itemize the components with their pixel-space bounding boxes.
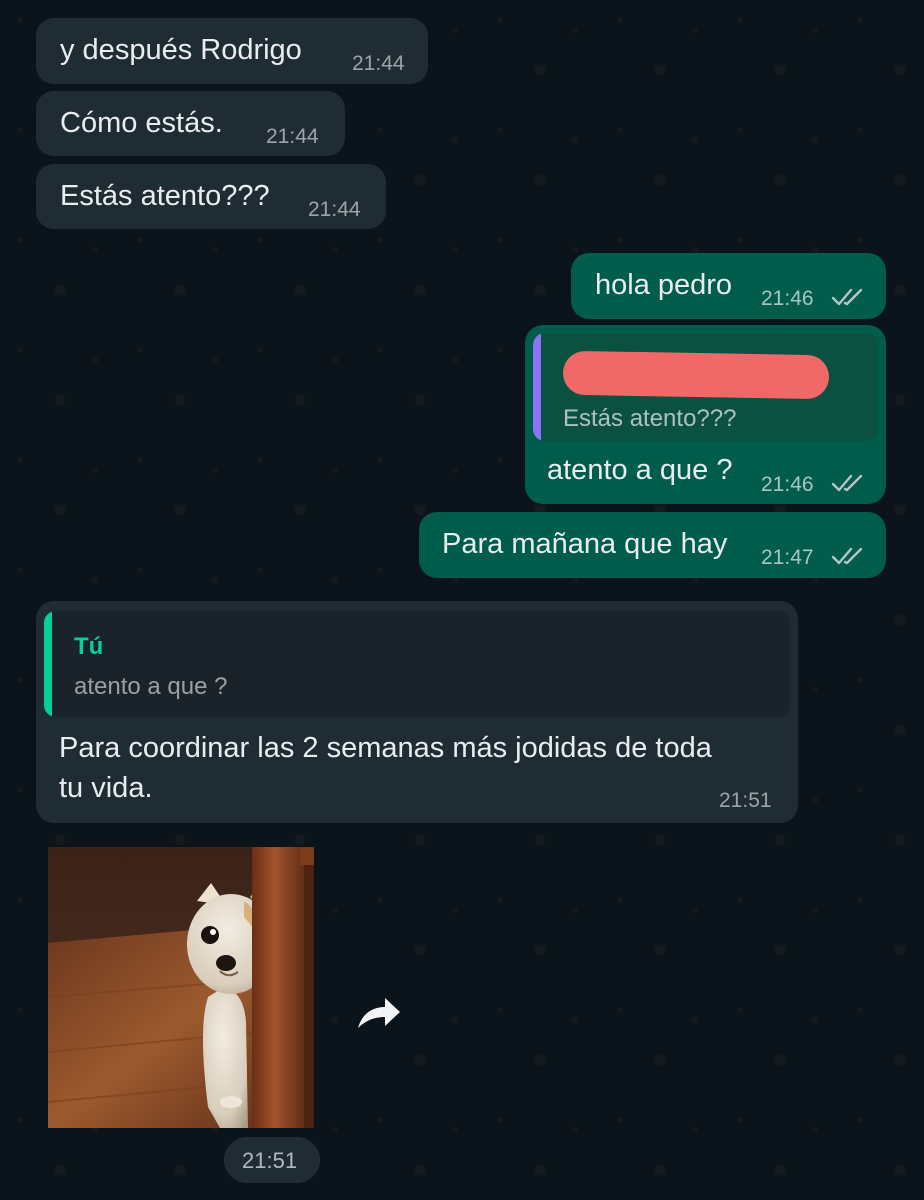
redaction-mark xyxy=(562,350,830,400)
message-text: Cómo estás. xyxy=(60,107,223,139)
incoming-reply-message[interactable]: Tú atento a que ? Para coordinar las 2 s… xyxy=(36,601,798,823)
quoted-message-text: Estás atento??? xyxy=(563,405,737,432)
double-check-icon xyxy=(831,547,863,565)
incoming-message[interactable]: Cómo estás. 21:44 xyxy=(36,91,345,156)
message-time: 21:51 xyxy=(242,1148,298,1173)
message-time: 21:46 xyxy=(761,473,814,496)
message-text: Para mañana que hay xyxy=(442,528,728,560)
incoming-message[interactable]: Estás atento??? 21:44 xyxy=(36,164,386,229)
quoted-author: Tú xyxy=(74,633,104,660)
message-text: Estás atento??? xyxy=(60,180,270,212)
quoted-message[interactable]: Estás atento??? xyxy=(533,333,878,441)
double-check-icon xyxy=(831,474,863,492)
message-time: 21:44 xyxy=(352,52,405,75)
dog-peeking-image xyxy=(48,847,314,1128)
double-check-icon xyxy=(831,288,863,306)
message-text-line: tu vida. xyxy=(59,772,153,804)
quote-accent-bar xyxy=(533,333,541,441)
quoted-message-text: atento a que ? xyxy=(74,673,228,700)
quote-accent-bar xyxy=(44,611,52,717)
outgoing-reply-message[interactable]: Estás atento??? atento a que ? 21:46 xyxy=(525,325,886,504)
message-text: y después Rodrigo xyxy=(60,34,302,66)
message-text-line: Para coordinar las 2 semanas más jodidas… xyxy=(59,732,712,764)
outgoing-message[interactable]: Para mañana que hay 21:47 xyxy=(419,512,886,578)
message-time: 21:51 xyxy=(719,789,772,812)
image-time-badge: 21:51 xyxy=(224,1137,320,1183)
quoted-message[interactable]: Tú atento a que ? xyxy=(44,611,790,717)
incoming-message[interactable]: y después Rodrigo 21:44 xyxy=(36,18,428,84)
message-time: 21:44 xyxy=(308,198,361,221)
message-time: 21:47 xyxy=(761,546,814,569)
forward-arrow-icon[interactable] xyxy=(354,990,404,1034)
message-time: 21:44 xyxy=(266,125,319,148)
outgoing-message[interactable]: hola pedro 21:46 xyxy=(571,253,886,319)
message-text: atento a que ? xyxy=(547,454,733,486)
message-text: hola pedro xyxy=(595,269,733,301)
message-time: 21:46 xyxy=(761,287,814,310)
chihuahua-photo[interactable] xyxy=(48,847,314,1128)
